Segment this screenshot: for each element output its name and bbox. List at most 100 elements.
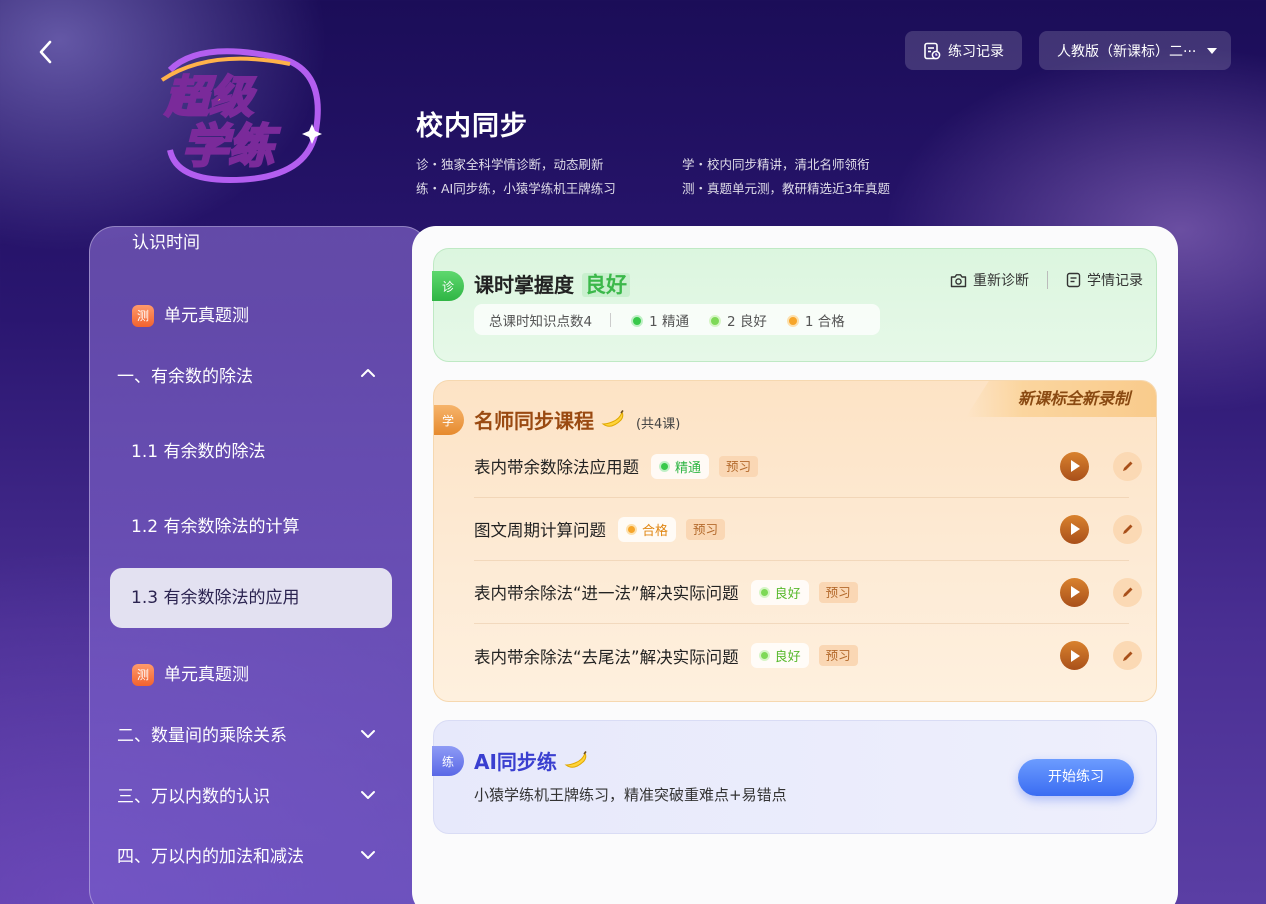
edition-label: 人教版（新课标）二··· bbox=[1057, 43, 1197, 60]
lesson-title: 表内带余除法“去尾法”解决实际问题 bbox=[474, 647, 739, 667]
ai-practice-title-text: AI同步练 bbox=[474, 750, 557, 774]
sidebar-item-label: 认识时间 bbox=[132, 233, 200, 253]
rediagnose-label: 重新诊断 bbox=[973, 273, 1029, 289]
test-badge: 测 bbox=[132, 664, 154, 686]
preview-tag: 预习 bbox=[686, 518, 726, 540]
stat-proficient: 1 精通 bbox=[631, 310, 689, 330]
ai-practice-card: 练 AI同步练 小猿学练机王牌练习，精准突破重难点+易错点 开始练习 bbox=[432, 720, 1157, 834]
sidebar-item-unit-test[interactable]: 测单元真题测 bbox=[132, 301, 249, 327]
sidebar-item-label: 1.2 有余数除法的计算 bbox=[131, 517, 300, 537]
sidebar-item-lesson[interactable]: 认识时间 bbox=[132, 228, 200, 253]
teacher-course-card: 新课标全新录制 学 名师同步课程 (共4课) 表内带余数除法应用题 精通 预习 … bbox=[433, 380, 1157, 702]
pencil-icon bbox=[1122, 651, 1132, 661]
feature-diagnose: 诊・独家全科学情诊断，动态刷新 bbox=[416, 157, 604, 172]
diagnosis-card: 诊 课时掌握度良好 总课时知识点数4 1 精通 2 良好 1 合格 重新诊断 bbox=[432, 248, 1157, 362]
practice-button[interactable] bbox=[1113, 451, 1142, 481]
study-record-button[interactable]: 学情记录 bbox=[1066, 270, 1143, 290]
sidebar-item-label: 单元真题测 bbox=[164, 665, 249, 685]
lesson-title: 表内带余除法“进一法”解决实际问题 bbox=[474, 584, 739, 603]
svg-text:超级: 超级 bbox=[164, 72, 257, 123]
chevron-down-icon[interactable] bbox=[360, 787, 376, 803]
main-panel: 诊 课时掌握度良好 总课时知识点数4 1 精通 2 良好 1 合格 重新诊断 bbox=[412, 226, 1178, 904]
practice-button[interactable] bbox=[1113, 577, 1142, 607]
caret-down-icon bbox=[1207, 47, 1218, 54]
course-title: 名师同步课程 (共4课) bbox=[474, 405, 680, 434]
svg-text:学练: 学练 bbox=[182, 119, 281, 173]
sidebar-item-label: 四、万以内的加法和减法 bbox=[117, 847, 304, 867]
feature-learn: 学・校内同步精讲，清北名师领衔 bbox=[682, 157, 870, 172]
lesson-title: 表内带余数除法应用题 bbox=[474, 458, 639, 477]
sidebar-chapter-3[interactable]: 三、万以内数的认识 bbox=[117, 782, 270, 807]
play-icon bbox=[1070, 460, 1080, 472]
knowledge-stats: 总课时知识点数4 1 精通 2 良好 1 合格 bbox=[474, 304, 880, 335]
course-lesson-row[interactable]: 表内带余除法“进一法”解决实际问题 良好 预习 bbox=[474, 561, 1142, 624]
chevron-down-icon[interactable] bbox=[360, 847, 376, 863]
play-icon bbox=[1070, 586, 1080, 598]
diagnosis-actions: 重新诊断 学情记录 bbox=[950, 270, 1143, 290]
play-video-button[interactable] bbox=[1060, 451, 1089, 481]
pencil-icon bbox=[1122, 461, 1132, 471]
mastery-status-badge: 良好 bbox=[750, 643, 809, 668]
sidebar-item-lesson-1-1[interactable]: 1.1 有余数的除法 bbox=[131, 437, 265, 462]
feature-practice: 练・AI同步练，小猿学练机王牌练习 bbox=[416, 181, 616, 196]
play-video-button[interactable] bbox=[1060, 577, 1089, 607]
page-title: 校内同步 bbox=[416, 111, 528, 142]
lesson-title: 图文周期计算问题 bbox=[474, 521, 606, 540]
play-icon bbox=[1070, 523, 1080, 535]
ai-practice-title: AI同步练 bbox=[474, 746, 588, 775]
chevron-up-icon[interactable] bbox=[360, 365, 376, 381]
play-video-button[interactable] bbox=[1060, 641, 1089, 670]
practice-button[interactable] bbox=[1113, 641, 1142, 670]
diagnose-tag: 诊 bbox=[432, 271, 464, 301]
ai-practice-subtitle: 小猿学练机王牌练习，精准突破重难点+易错点 bbox=[474, 786, 787, 804]
stat-pass: 1 合格 bbox=[786, 310, 845, 330]
record-icon bbox=[924, 42, 941, 59]
mastery-level: 良好 bbox=[582, 273, 630, 297]
play-video-button[interactable] bbox=[1060, 514, 1089, 544]
chevron-down-icon[interactable] bbox=[360, 726, 376, 742]
app-logo: 超级 学练 bbox=[140, 40, 330, 190]
practice-record-button[interactable]: 练习记录 bbox=[905, 31, 1022, 70]
course-lesson-row[interactable]: 表内带余除法“去尾法”解决实际问题 良好 预习 bbox=[474, 624, 1142, 687]
sidebar-chapter-2[interactable]: 二、数量间的乘除关系 bbox=[117, 721, 287, 746]
sidebar-item-label: 一、有余数的除法 bbox=[117, 367, 253, 387]
camera-icon bbox=[950, 273, 967, 287]
sidebar-item-unit-test[interactable]: 测单元真题测 bbox=[132, 660, 249, 686]
study-record-label: 学情记录 bbox=[1087, 273, 1143, 289]
pencil-icon bbox=[1122, 524, 1132, 534]
banana-icon bbox=[564, 751, 587, 768]
feature-test: 测・真题单元测，教研精选近3年真题 bbox=[682, 181, 890, 196]
new-curriculum-ribbon: 新课标全新录制 bbox=[966, 381, 1156, 417]
mastery-title: 课时掌握度 良好 bbox=[474, 269, 630, 299]
sidebar-item-label: 1.1 有余数的除法 bbox=[131, 442, 266, 462]
sidebar-item-label: 1.3 有余数除法的应用 bbox=[131, 588, 300, 608]
course-lesson-row[interactable]: 表内带余数除法应用题 精通 预习 bbox=[474, 435, 1142, 498]
pencil-icon bbox=[1122, 587, 1132, 597]
sidebar-chapter-4[interactable]: 四、万以内的加法和减法 bbox=[117, 842, 304, 867]
mastery-status-badge: 良好 bbox=[750, 579, 809, 605]
total-knowledge-points: 总课时知识点数4 bbox=[489, 313, 593, 330]
practice-tag: 练 bbox=[432, 746, 464, 776]
banana-icon bbox=[601, 410, 624, 427]
preview-tag: 预习 bbox=[818, 581, 858, 603]
sidebar-item-lesson-1-3[interactable]: 1.3 有余数除法的应用 bbox=[110, 568, 392, 628]
learn-tag: 学 bbox=[434, 405, 464, 435]
practice-record-label: 练习记录 bbox=[948, 43, 1004, 60]
start-practice-button[interactable]: 开始练习 bbox=[1018, 759, 1134, 796]
back-button[interactable] bbox=[34, 38, 58, 66]
sidebar-item-label: 二、数量间的乘除关系 bbox=[117, 726, 287, 746]
sidebar-chapter-1[interactable]: 一、有余数的除法 bbox=[117, 362, 253, 387]
sidebar-item-lesson-1-2[interactable]: 1.2 有余数除法的计算 bbox=[131, 512, 299, 537]
chevron-left-icon bbox=[39, 40, 52, 64]
course-lesson-row[interactable]: 图文周期计算问题 合格 预习 bbox=[474, 498, 1142, 561]
edition-select[interactable]: 人教版（新课标）二··· bbox=[1039, 31, 1231, 70]
course-title-text: 名师同步课程 bbox=[474, 409, 594, 433]
chapter-sidebar: 认识时间 测单元真题测 一、有余数的除法 1.1 有余数的除法 1.2 有余数除… bbox=[89, 226, 429, 904]
sidebar-item-label: 三、万以内数的认识 bbox=[117, 787, 270, 807]
stat-good: 2 良好 bbox=[708, 310, 767, 330]
test-badge: 测 bbox=[132, 305, 154, 327]
practice-button[interactable] bbox=[1113, 514, 1142, 544]
rediagnose-button[interactable]: 重新诊断 bbox=[950, 270, 1029, 290]
document-icon bbox=[1066, 272, 1081, 288]
sidebar-item-label: 单元真题测 bbox=[164, 306, 249, 326]
